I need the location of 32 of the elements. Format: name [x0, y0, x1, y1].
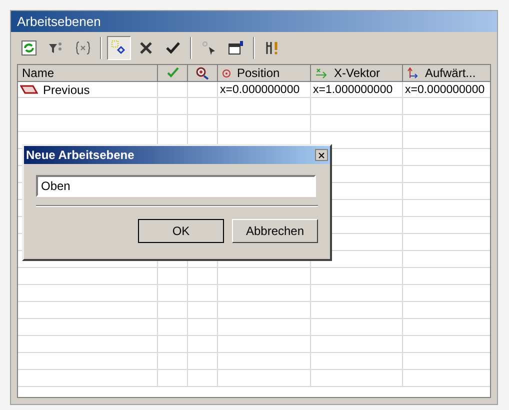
name-field[interactable]: Oben [36, 175, 316, 197]
table-cell: Previous [18, 82, 158, 97]
column-header[interactable] [188, 65, 218, 82]
table-cell: x=0.000000000 [403, 82, 490, 97]
delete-icon [138, 40, 154, 56]
column-header[interactable]: Position [218, 65, 311, 82]
arrow-icon [315, 68, 328, 78]
filter-icon [48, 40, 64, 56]
up-arrow-icon [407, 67, 419, 79]
points-icon [111, 40, 127, 56]
properties-icon [228, 40, 244, 56]
close-icon [318, 152, 325, 158]
column-header[interactable]: Aufwärt... [403, 65, 490, 82]
cursor-icon [201, 40, 217, 56]
table-cell: x=1.000000000 [311, 82, 403, 97]
refresh-icon [21, 40, 37, 56]
braces-icon [75, 40, 91, 56]
column-header[interactable]: Name [18, 65, 158, 82]
window-title: Arbeitsebenen [11, 11, 497, 32]
target-icon [222, 68, 231, 78]
close-button[interactable] [315, 149, 328, 161]
checkmark-icon [165, 40, 181, 56]
table-cell: x=0.000000000 [218, 82, 311, 97]
toolbar-button[interactable] [107, 36, 131, 60]
dialog-title: Neue Arbeitsebene [26, 147, 134, 164]
ok-button[interactable]: OK [138, 219, 224, 243]
cancel-button[interactable]: Abbrechen [232, 219, 318, 243]
tools-icon [264, 40, 280, 56]
plane-icon [20, 85, 38, 94]
magnifier-icon [196, 66, 209, 80]
column-header[interactable]: X-Vektor [311, 65, 403, 82]
checkmark-icon [166, 67, 178, 79]
